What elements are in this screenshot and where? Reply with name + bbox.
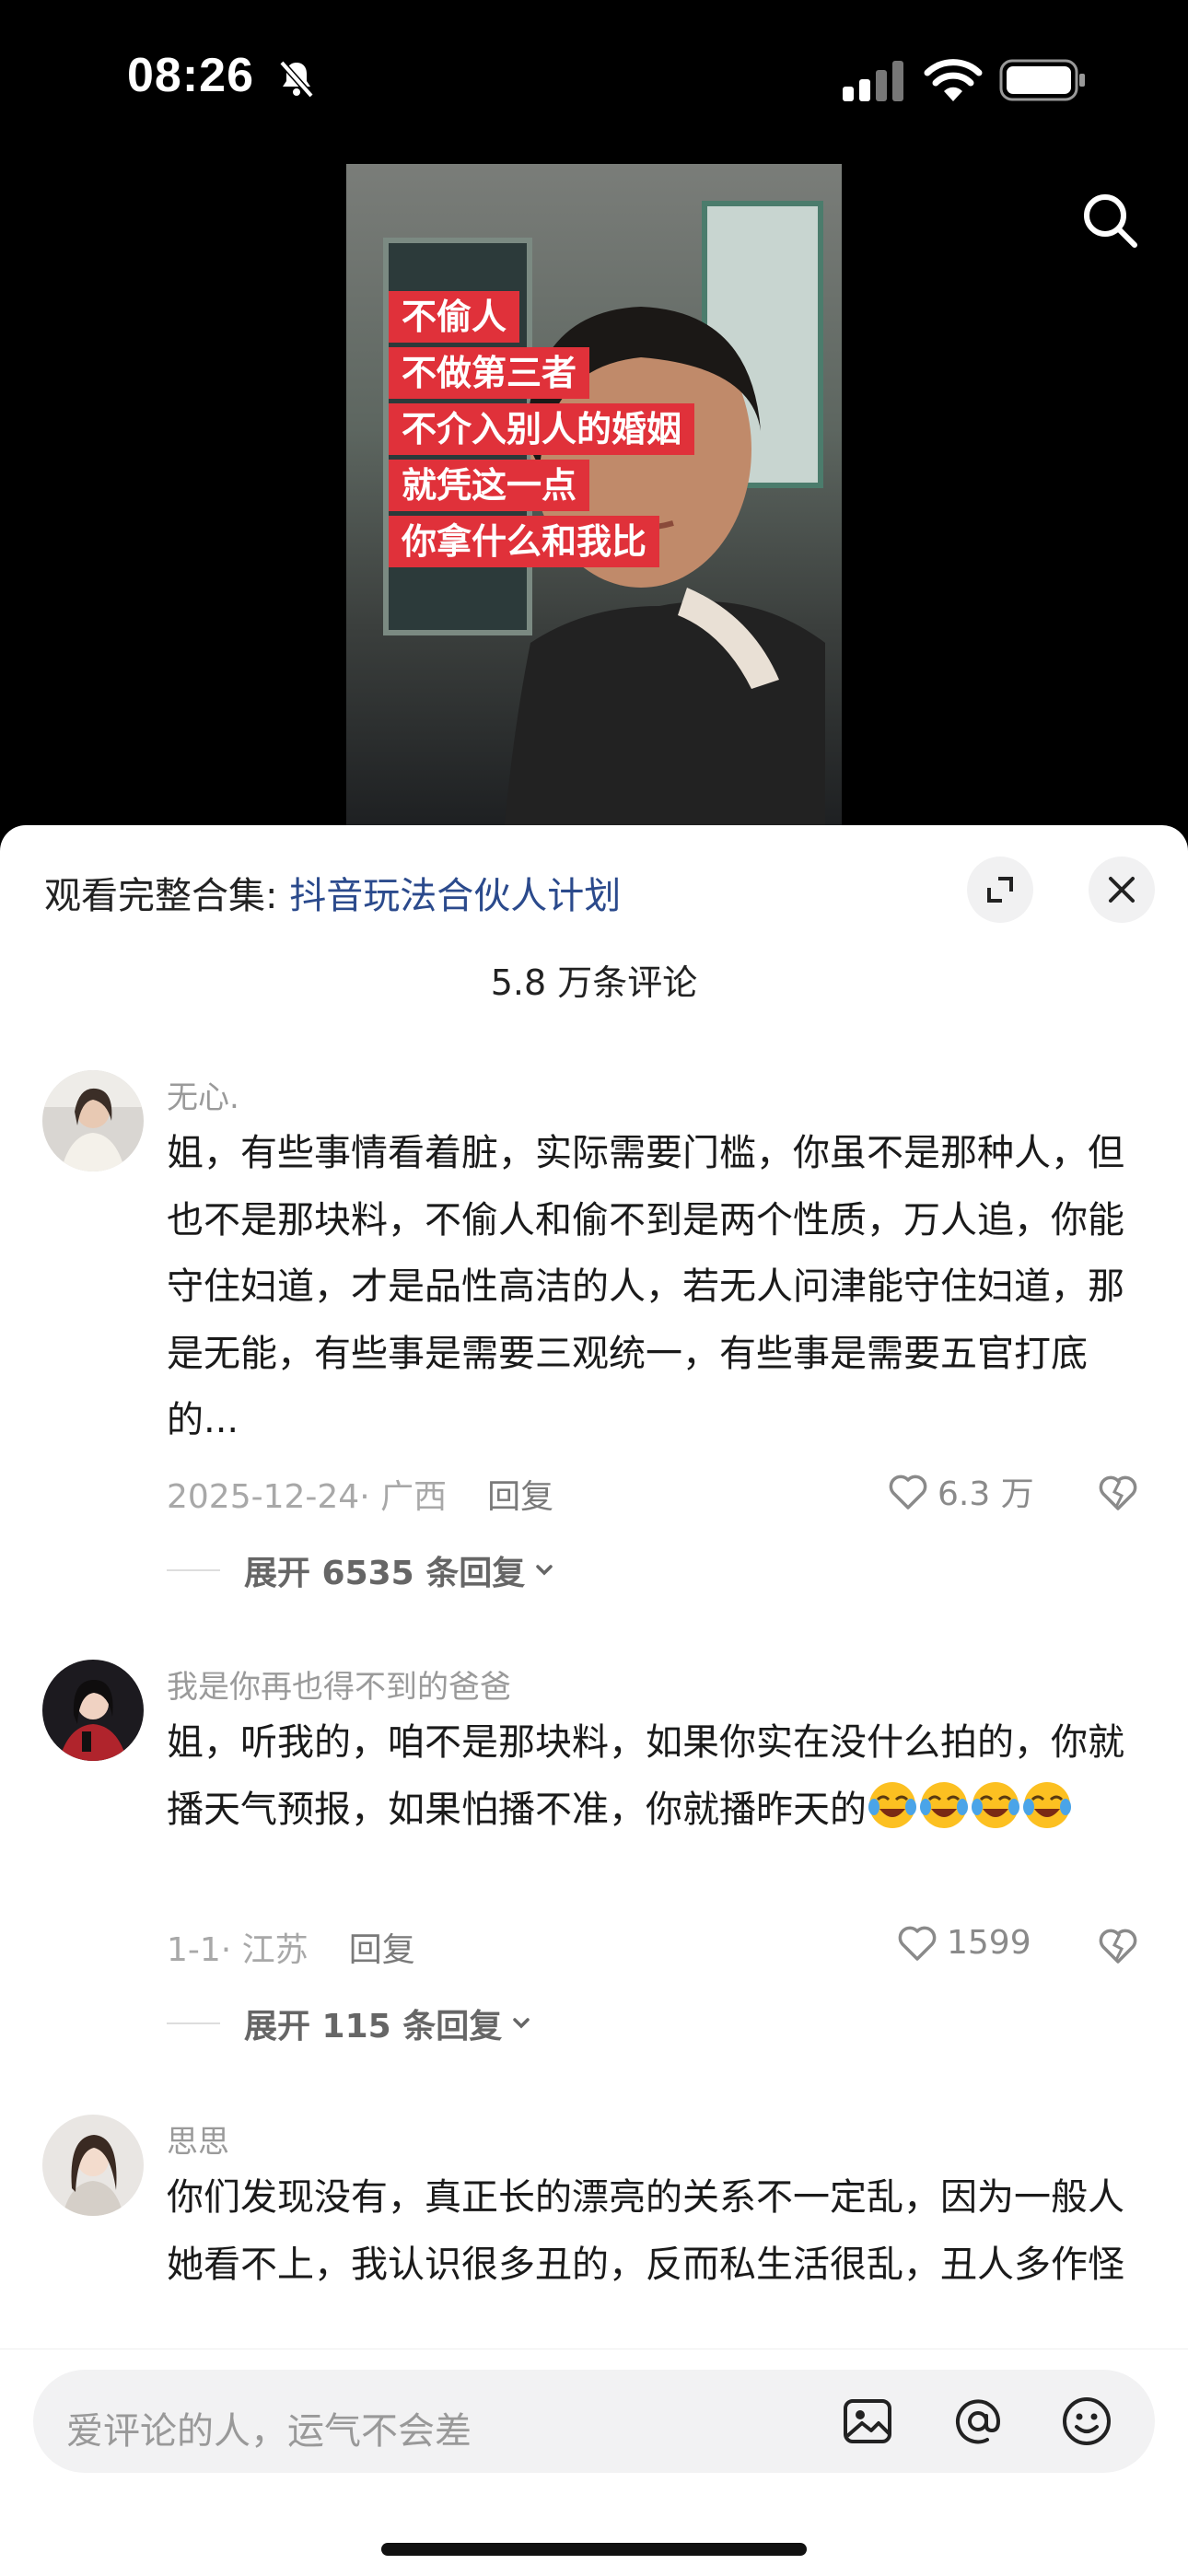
close-button[interactable]	[1089, 857, 1155, 923]
comment-input[interactable]: 爱评论的人，运气不会差	[33, 2370, 1155, 2473]
divider-line	[167, 1569, 220, 1571]
laughing-crying-emoji-icon	[970, 1779, 1021, 1831]
like-count: 6.3 万	[938, 1475, 1034, 1513]
comment-date-location: 1-1· 江苏	[167, 1931, 309, 1969]
expand-replies-label: 展开 6535 条回复	[244, 1555, 526, 1592]
video-caption: 不偷人	[389, 291, 520, 343]
heart-icon	[898, 1926, 937, 1961]
expand-icon	[987, 877, 1013, 903]
avatar[interactable]	[42, 1070, 144, 1171]
divider-line	[167, 2022, 220, 2024]
commenter-name[interactable]: 无心.	[167, 1072, 239, 1117]
comment-sheet: 观看完整合集: 抖音玩法合伙人计划 5.8 万条评论 无心. 姐，有些事情看着脏…	[0, 825, 1188, 2575]
comment-count: 5.8 万条评论	[490, 962, 698, 1003]
image-icon[interactable]	[840, 2394, 895, 2449]
expand-button[interactable]	[967, 857, 1033, 923]
collection-link[interactable]: 抖音玩法合伙人计划	[289, 875, 621, 917]
dislike-icon[interactable]	[1096, 1470, 1140, 1514]
laughing-crying-emoji-icon	[1021, 1779, 1073, 1831]
dislike-icon[interactable]	[1096, 1923, 1140, 1967]
video-caption: 就凭这一点	[389, 460, 590, 511]
commenter-name[interactable]: 我是你再也得不到的爸爸	[167, 1661, 511, 1707]
status-bar: 08:26	[0, 0, 1188, 157]
avatar[interactable]	[42, 1660, 144, 1761]
bell-muted-icon	[279, 60, 314, 99]
commenter-name[interactable]: 思思	[167, 2116, 229, 2162]
battery-icon	[999, 59, 1085, 101]
wifi-icon	[924, 59, 983, 101]
mention-icon[interactable]	[950, 2394, 1006, 2449]
comment-date-location: 2025-12-24· 广西	[167, 1478, 448, 1516]
reply-button[interactable]: 回复	[349, 1931, 415, 1969]
status-time: 08:26	[127, 49, 254, 102]
comment-text: 你们发现没有，真正长的漂亮的关系不一定乱，因为一般人她看不上，我认识很多丑的，反…	[167, 2176, 1124, 2286]
expand-replies-button[interactable]: 展开 6535 条回复	[167, 1546, 558, 1594]
video-caption: 不介入别人的婚姻	[389, 403, 695, 455]
like-button[interactable]: 1599	[895, 1920, 1031, 1964]
comment-meta: 2025-12-24· 广西 回复	[167, 1470, 553, 1518]
close-icon	[1109, 877, 1135, 903]
cellular-signal-icon	[843, 61, 903, 101]
video-player[interactable]: 不偷人 不做第三者 不介入别人的婚姻 就凭这一点 你拿什么和我比	[346, 164, 842, 825]
home-indicator	[381, 2543, 807, 2556]
expand-replies-label: 展开 115 条回复	[244, 2008, 503, 2046]
avatar[interactable]	[42, 2115, 144, 2216]
like-count: 1599	[947, 1923, 1031, 1962]
comment-text: 姐，听我的，咱不是那块料，如果你实在没什么拍的，你就播天气预报，如果怕播不准，你…	[167, 1709, 1143, 1843]
scroll-fade	[0, 2290, 1188, 2345]
video-caption: 不做第三者	[389, 347, 590, 399]
heart-icon	[889, 1474, 927, 1509]
emoji-icon[interactable]	[1059, 2394, 1114, 2449]
comment-text: 姐，有些事情看着脏，实际需要门槛，你虽不是那种人，但也不是那块料，不偷人和偷不到…	[167, 1132, 1124, 1441]
chevron-down-icon	[513, 2018, 530, 2029]
video-caption: 你拿什么和我比	[389, 516, 660, 567]
collection-header[interactable]: 观看完整合集: 抖音玩法合伙人计划	[44, 866, 621, 919]
comment-input-bar: 爱评论的人，运气不会差	[0, 2349, 1188, 2576]
laughing-crying-emoji-icon	[918, 1779, 970, 1831]
comment-input-placeholder: 爱评论的人，运气不会差	[66, 2410, 472, 2453]
chevron-down-icon	[536, 1565, 553, 1576]
search-icon[interactable]	[1077, 188, 1142, 252]
like-button[interactable]: 6.3 万	[886, 1467, 1034, 1515]
collection-prefix: 观看完整合集:	[44, 875, 290, 917]
expand-replies-button[interactable]: 展开 115 条回复	[167, 1999, 535, 2047]
laughing-crying-emoji-icon	[867, 1779, 918, 1831]
comment-meta: 1-1· 江苏 回复	[167, 1923, 415, 1971]
reply-button[interactable]: 回复	[487, 1478, 553, 1516]
